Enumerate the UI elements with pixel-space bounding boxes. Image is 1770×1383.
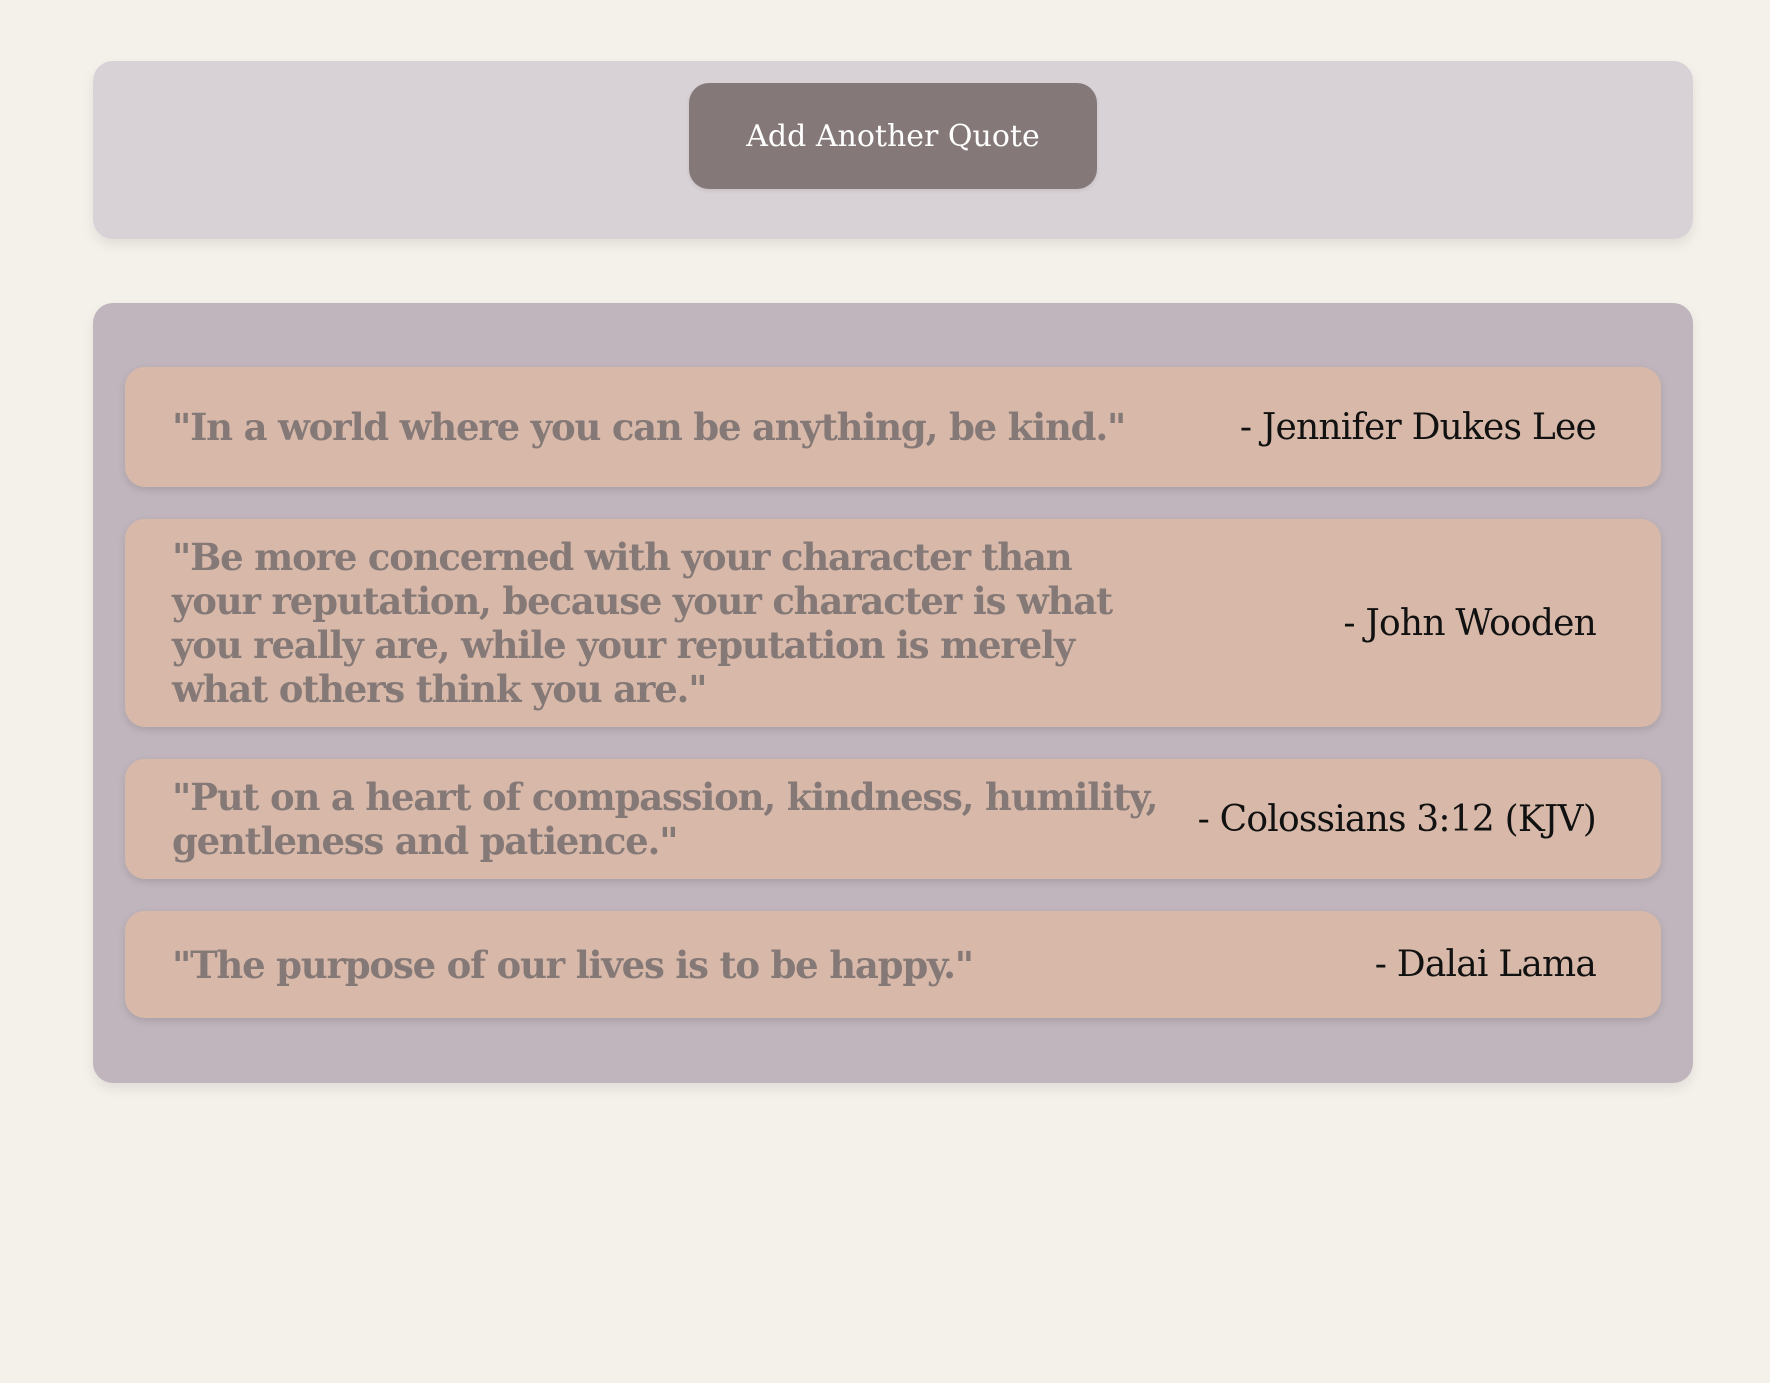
quote-card: "Be more concerned with your character t…: [125, 519, 1661, 727]
quote-author: - Colossians 3:12 (KJV): [1197, 798, 1597, 840]
quote-author: - Jennifer Dukes Lee: [1239, 406, 1597, 448]
quote-author: - Dalai Lama: [1374, 944, 1597, 985]
add-another-quote-button[interactable]: Add Another Quote: [689, 83, 1097, 189]
quote-card: "Put on a heart of compassion, kindness,…: [125, 759, 1661, 879]
quote-card: "In a world where you can be anything, b…: [125, 367, 1661, 487]
quote-author: - John Wooden: [1343, 602, 1596, 644]
toolbar: Add Another Quote: [93, 61, 1693, 239]
quote-text: "Be more concerned with your character t…: [172, 535, 1113, 711]
quote-text: "In a world where you can be anything, b…: [172, 405, 1126, 449]
quotes-list: "In a world where you can be anything, b…: [93, 303, 1693, 1083]
quote-text: "Put on a heart of compassion, kindness,…: [172, 775, 1158, 863]
quote-card: "The purpose of our lives is to be happy…: [125, 911, 1661, 1018]
quote-text: "The purpose of our lives is to be happy…: [172, 942, 974, 987]
